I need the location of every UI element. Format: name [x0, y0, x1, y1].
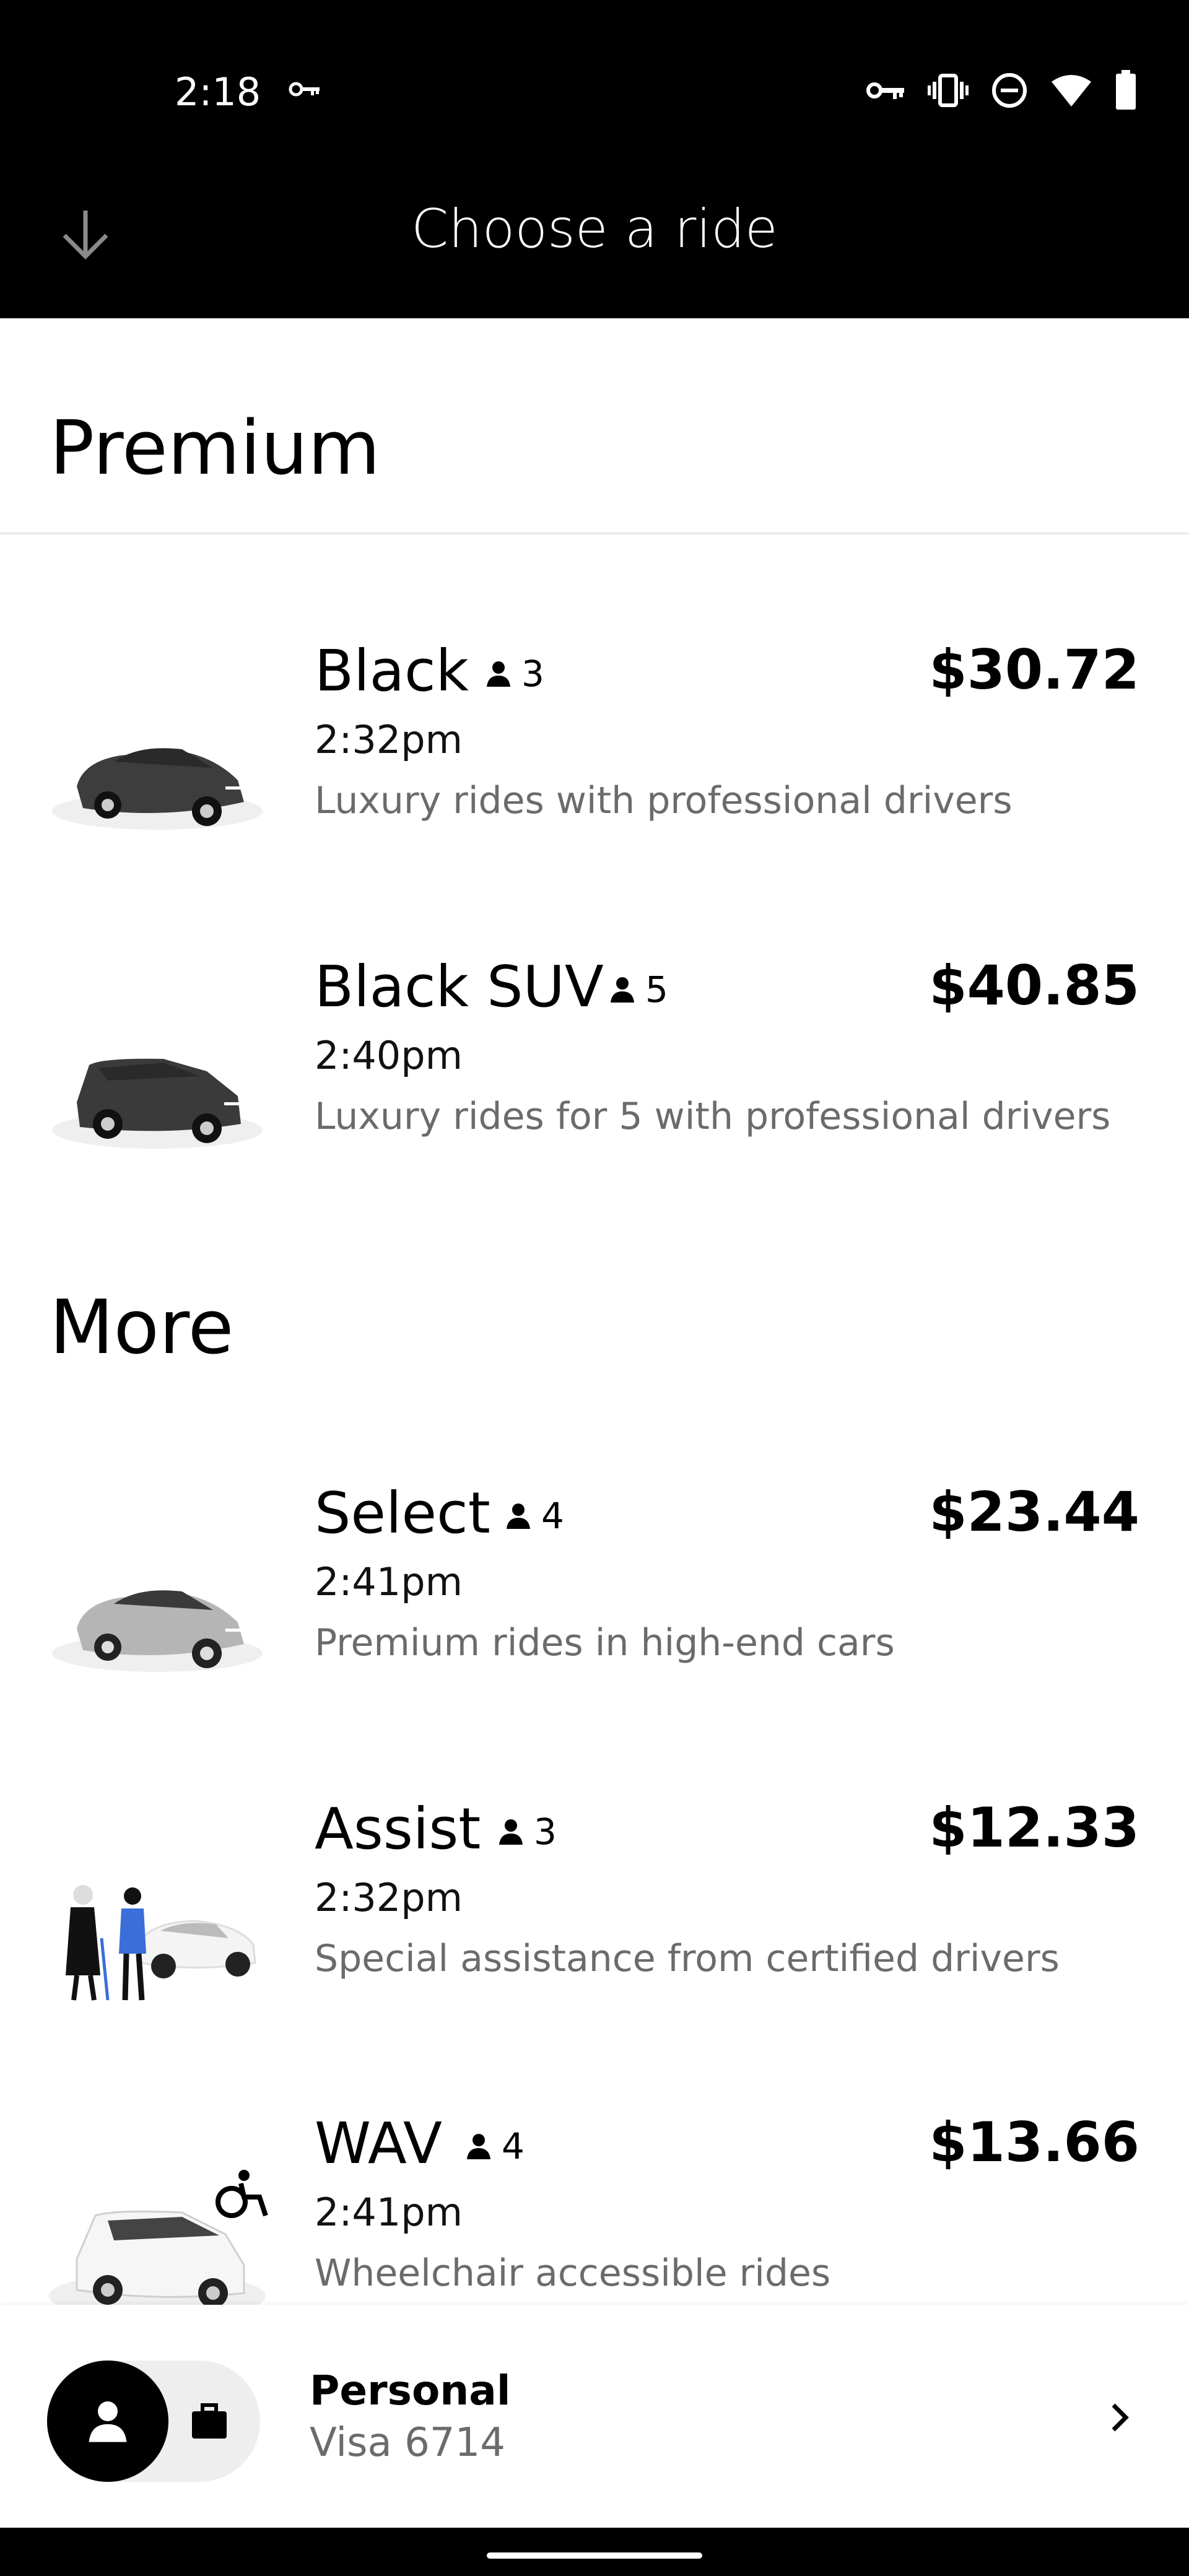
- ride-description: Luxury rides for 5 with professional dri…: [315, 1095, 1111, 1138]
- section-title-premium: Premium: [50, 406, 380, 492]
- vpn-key-icon: [289, 82, 320, 97]
- ride-capacity: 3: [483, 653, 544, 695]
- ride-eta: 2:32pm: [315, 1875, 463, 1920]
- profile-toggle[interactable]: [47, 2361, 260, 2482]
- ride-name: Select: [315, 1480, 490, 1546]
- ride-price: $12.33: [929, 1796, 1139, 1860]
- ride-description: Wheelchair accessible rides: [315, 2252, 831, 2295]
- ride-capacity-count: 3: [521, 653, 544, 695]
- page-title: Choose a ride: [411, 198, 778, 260]
- person-icon: [487, 661, 510, 687]
- ride-name: Black: [315, 638, 469, 704]
- vibrate-icon: [928, 74, 969, 107]
- wheelchair-icon: [216, 2170, 268, 2218]
- payment-profile: Personal: [310, 2367, 511, 2414]
- ride-capacity: 4: [463, 2125, 525, 2167]
- ride-capacity: 3: [495, 1811, 557, 1853]
- personal-profile-button[interactable]: [47, 2361, 168, 2482]
- person-icon: [467, 2134, 490, 2159]
- person-icon: [89, 2401, 127, 2442]
- ride-option-black-suv[interactable]: Black SUV 5 $40.85 2:40pm Luxury rides f…: [0, 941, 1189, 1220]
- chevron-right-icon[interactable]: [1100, 2398, 1139, 2437]
- person-icon: [507, 1503, 530, 1529]
- ride-option-select[interactable]: Select 4 $23.44 2:41pm Premium rides in …: [0, 1468, 1189, 1746]
- divider: [0, 533, 1189, 534]
- payment-bar[interactable]: Personal Visa 6714: [0, 2305, 1189, 2528]
- wifi-icon: [1052, 75, 1091, 107]
- home-gesture-handle[interactable]: [487, 2552, 702, 2559]
- ride-capacity-count: 3: [534, 1811, 557, 1853]
- ride-description: Luxury rides with professional drivers: [315, 779, 1013, 822]
- ride-name: Assist: [315, 1796, 481, 1862]
- person-icon: [611, 977, 634, 1003]
- status-icons: [866, 67, 1137, 114]
- select-car-image: [52, 1590, 263, 1672]
- ride-price: $23.44: [929, 1480, 1139, 1544]
- section-title-more: More: [50, 1285, 234, 1371]
- ride-capacity-count: 4: [502, 2125, 525, 2167]
- ride-name: WAV: [315, 2110, 442, 2177]
- ride-eta: 2:32pm: [315, 717, 463, 762]
- ride-eta: 2:41pm: [315, 1559, 463, 1604]
- top-bar: 2:18 Choose a ride: [0, 0, 1189, 318]
- status-time: 2:18: [175, 69, 261, 115]
- battery-icon: [1116, 70, 1136, 110]
- briefcase-icon[interactable]: [186, 2398, 233, 2445]
- ride-capacity: 4: [503, 1495, 564, 1537]
- black-suv-image: [52, 1058, 263, 1149]
- ride-description: Special assistance from certified driver…: [315, 1937, 1060, 1980]
- ride-option-black[interactable]: Black 3 $30.72 2:32pm Luxury rides with …: [0, 625, 1189, 904]
- payment-method: Visa 6714: [310, 2420, 505, 2466]
- system-nav-bar: [0, 2528, 1189, 2576]
- person-icon: [499, 1819, 523, 1845]
- ride-description: Premium rides in high-end cars: [315, 1621, 895, 1664]
- ride-eta: 2:41pm: [315, 2190, 463, 2235]
- vpn-key-icon: [866, 82, 904, 99]
- ride-capacity-count: 4: [541, 1495, 564, 1537]
- ride-price: $30.72: [929, 638, 1139, 702]
- ride-eta: 2:40pm: [315, 1033, 463, 1078]
- ride-price: $40.85: [929, 954, 1139, 1017]
- do-not-disturb-icon: [992, 73, 1027, 108]
- ride-price: $13.66: [929, 2110, 1139, 2174]
- ride-name: Black SUV: [315, 954, 604, 1020]
- ride-option-assist[interactable]: Assist 3 $12.33 2:32pm Special assistanc…: [0, 1783, 1189, 2062]
- ride-capacity: 5: [607, 968, 668, 1011]
- ride-capacity-count: 5: [645, 968, 668, 1011]
- black-car-image: [52, 748, 263, 830]
- assist-illustration-image: [66, 1885, 256, 2001]
- wav-van-image: [49, 2170, 268, 2320]
